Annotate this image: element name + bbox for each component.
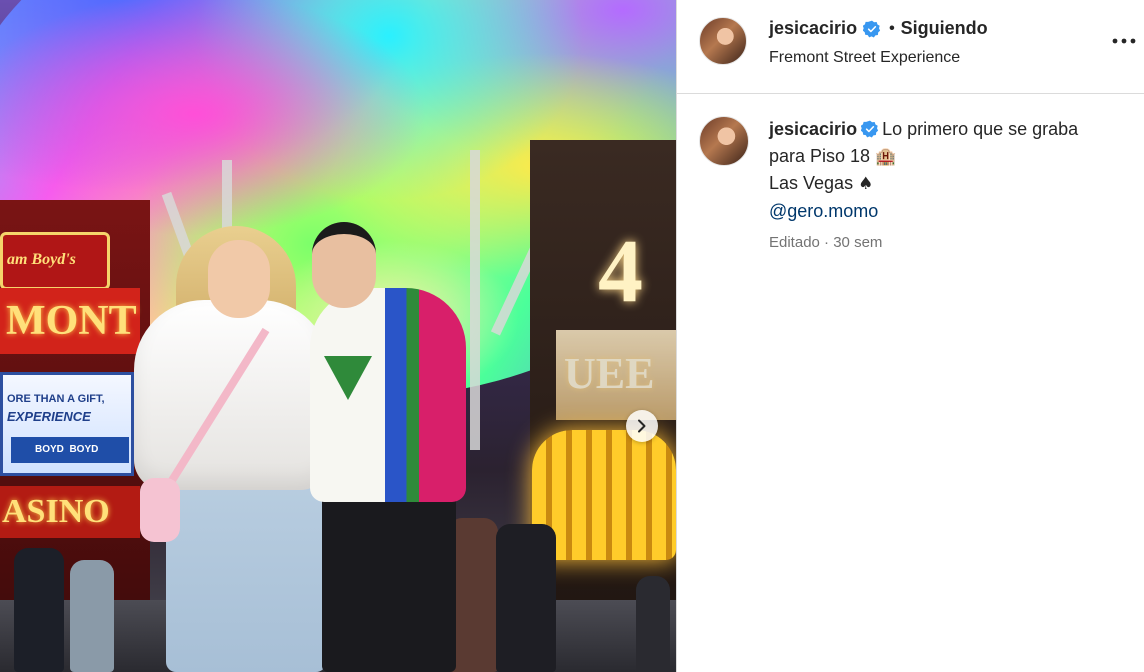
hotel-emoji-icon: 🏨 bbox=[875, 146, 897, 167]
carousel-next-button[interactable] bbox=[626, 410, 658, 442]
woman-face bbox=[208, 240, 270, 318]
post-header-title: jesicacirio • Siguiendo bbox=[769, 18, 988, 39]
post-header: jesicacirio • Siguiendo Fremont Street E… bbox=[677, 0, 1144, 94]
sign-four-queens-number: 4 bbox=[598, 222, 643, 321]
mention-link[interactable]: @gero.momo bbox=[769, 201, 878, 221]
billboard-top-text: ORE THAN A GIFT, bbox=[7, 393, 105, 405]
post-photo[interactable]: am Boyd's MONT ORE THAN A GIFT, EXPERIEN… bbox=[0, 0, 676, 672]
more-options-icon bbox=[1112, 38, 1136, 44]
bystander bbox=[496, 524, 556, 672]
woman-jeans bbox=[166, 480, 326, 672]
post-location[interactable]: Fremont Street Experience bbox=[769, 49, 960, 67]
caption-line-2: para Piso 18 🏨 bbox=[769, 143, 1129, 171]
chevron-right-icon bbox=[638, 419, 646, 433]
spade-emoji-icon: ♠ bbox=[858, 174, 874, 194]
billboard-logos: BOYD BOYD bbox=[11, 437, 129, 463]
sign-casino: ASINO bbox=[0, 486, 140, 538]
edited-label: Editado bbox=[769, 234, 820, 251]
header-separator: • bbox=[889, 19, 895, 37]
caption-line-1: jesicacirio Lo primero que se graba bbox=[769, 116, 1129, 143]
light-tree bbox=[470, 150, 480, 450]
pink-bag bbox=[140, 478, 180, 542]
post-caption: jesicacirio Lo primero que se graba para… bbox=[769, 116, 1129, 224]
man-jacket-logo bbox=[324, 356, 372, 400]
following-button[interactable]: Siguiendo bbox=[901, 18, 988, 39]
woman-jacket bbox=[134, 300, 330, 490]
caption-author-avatar[interactable] bbox=[699, 116, 749, 166]
more-options-button[interactable] bbox=[1109, 30, 1139, 52]
sign-boyds-text: am Boyd's bbox=[7, 251, 76, 268]
post-side-panel: jesicacirio • Siguiendo Fremont Street E… bbox=[676, 0, 1144, 672]
sign-mont: MONT bbox=[0, 288, 140, 354]
author-username[interactable]: jesicacirio bbox=[769, 18, 857, 39]
billboard-logos-text: BOYD BOYD bbox=[35, 444, 99, 455]
post-timestamp[interactable]: 30 sem bbox=[833, 234, 882, 251]
sign-boyds: am Boyd's bbox=[0, 232, 110, 290]
caption-text-line1: Lo primero que se graba bbox=[882, 119, 1079, 139]
caption-line-4: @gero.momo bbox=[769, 198, 1129, 225]
billboard-mid-text: EXPERIENCE bbox=[7, 409, 91, 424]
meta-separator: · bbox=[824, 234, 830, 251]
caption-line-3: Las Vegas ♠ bbox=[769, 170, 1129, 198]
verified-badge-icon bbox=[860, 120, 879, 138]
caption-author-username[interactable]: jesicacirio bbox=[769, 119, 857, 139]
billboard: ORE THAN A GIFT, EXPERIENCE BOYD BOYD bbox=[0, 372, 134, 476]
man-head bbox=[312, 222, 376, 308]
sign-queens: UEE bbox=[556, 330, 676, 420]
caption-meta: Editado · 30 sem bbox=[769, 234, 882, 251]
sign-queens-text: UEE bbox=[564, 349, 655, 398]
caption-text-line2: para Piso 18 bbox=[769, 145, 871, 166]
author-avatar[interactable] bbox=[699, 17, 747, 65]
man-pants bbox=[322, 496, 456, 672]
caption-text-line3: Las Vegas bbox=[769, 173, 854, 193]
bystander bbox=[70, 560, 114, 672]
verified-badge-icon bbox=[863, 20, 881, 38]
bystander bbox=[636, 576, 670, 672]
bystander bbox=[14, 548, 64, 672]
